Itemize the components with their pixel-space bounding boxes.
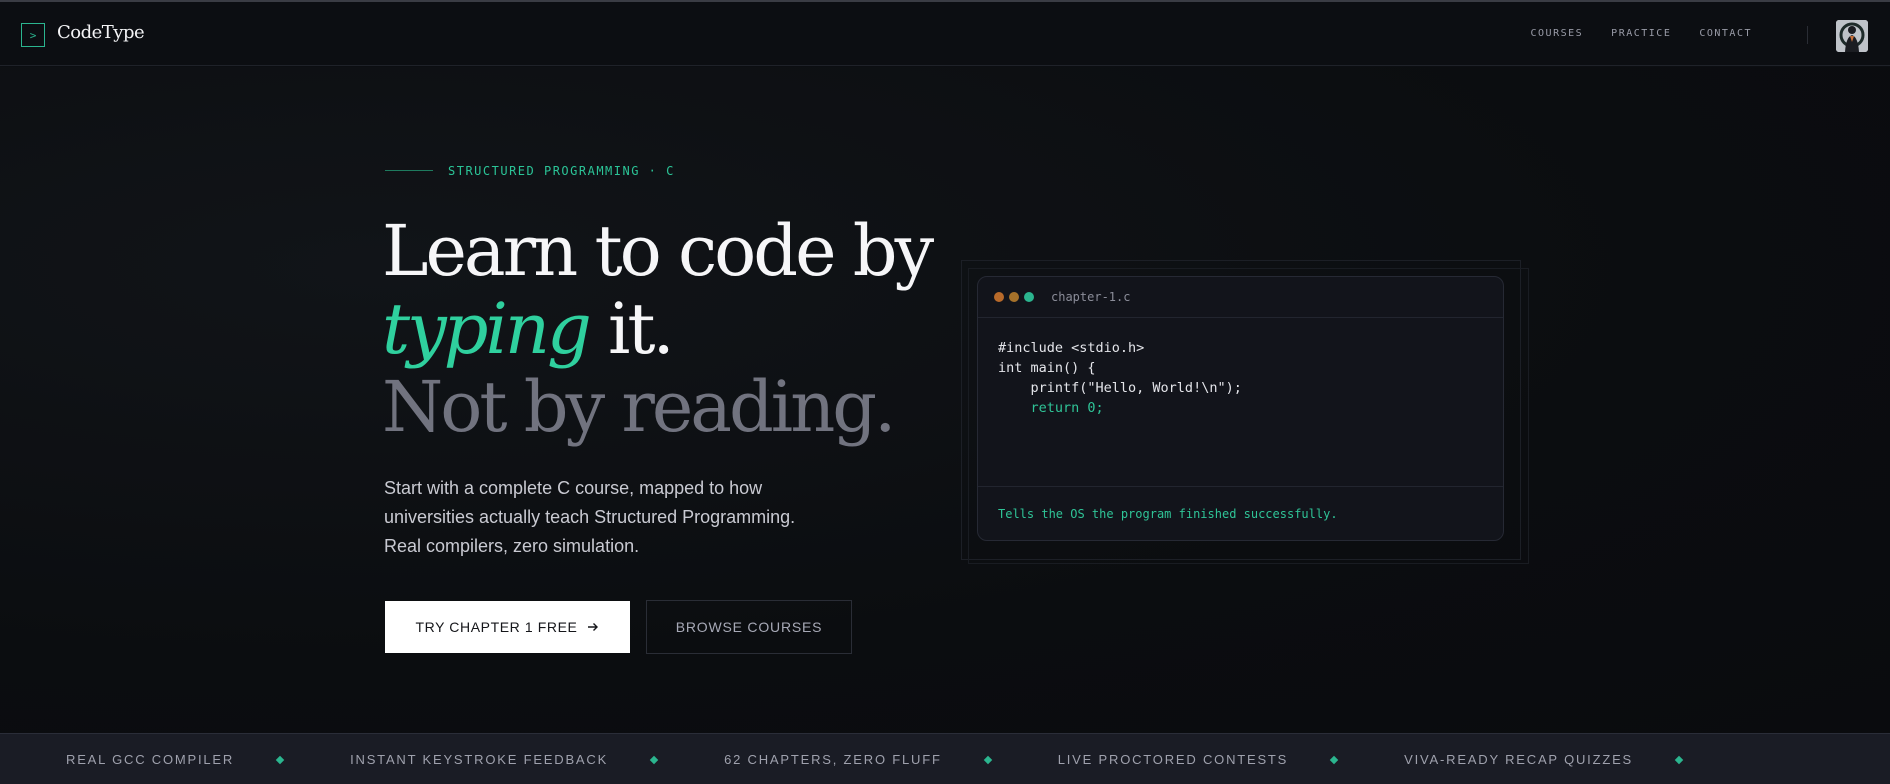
- diamond-icon: [1329, 755, 1339, 764]
- nav-divider: [1807, 26, 1808, 44]
- headline-line-3: Not by reading.: [382, 366, 896, 448]
- diamond-icon: [983, 755, 992, 764]
- nav-link-contact[interactable]: CONTACT: [1699, 28, 1752, 39]
- headline-accent-word: typing: [382, 288, 592, 370]
- hero-headline: Learn to code by typing it. Not by readi…: [382, 210, 934, 448]
- code-caption: Tells the OS the program finished succes…: [978, 486, 1503, 540]
- headline-line-1: Learn to code by: [382, 210, 934, 292]
- code-preview-card: chapter-1.c #include <stdio.h> int main()…: [977, 276, 1504, 541]
- browse-courses-button[interactable]: BROWSE COURSES: [646, 600, 852, 654]
- top-navbar: > CodeType COURSES PRACTICE CONTACT: [0, 2, 1890, 66]
- code-card-header: chapter-1.c: [978, 277, 1503, 318]
- headline-line-2-rest: it.: [588, 288, 675, 370]
- nav-links: COURSES PRACTICE CONTACT: [1531, 28, 1752, 39]
- window-dot-amber-icon: [1009, 292, 1019, 302]
- window-dot-green-icon: [1024, 292, 1034, 302]
- ticker-item: INSTANT KEYSTROKE FEEDBACK: [350, 752, 609, 767]
- code-block: #include <stdio.h> int main() { printf("H…: [978, 318, 1503, 486]
- diamond-icon: [1674, 755, 1684, 764]
- window-dot-orange-icon: [994, 292, 1004, 302]
- ticker-item: REAL GCC COMPILER: [66, 752, 235, 767]
- ticker-track: REAL GCC COMPILER INSTANT KEYSTROKE FEED…: [66, 752, 1749, 767]
- user-avatar[interactable]: [1836, 20, 1868, 52]
- hero-section: [0, 67, 1890, 733]
- ticker-item: VIVA-READY RECAP QUIZZES: [1404, 752, 1634, 767]
- nav-link-practice[interactable]: PRACTICE: [1611, 28, 1671, 39]
- diamond-icon: [649, 755, 659, 764]
- diamond-icon: [275, 755, 285, 764]
- code-line: printf("Hello, World!\n");: [998, 380, 1242, 396]
- nav-link-courses[interactable]: COURSES: [1531, 28, 1584, 39]
- arrow-right-icon: [588, 623, 599, 631]
- try-chapter-1-label: TRY CHAPTER 1 FREE: [415, 619, 578, 635]
- code-line: int main() {: [998, 360, 1096, 376]
- ticker-item: 62 CHAPTERS, ZERO FLUFF: [724, 752, 942, 767]
- hero-eyebrow: STRUCTURED PROGRAMMING · C: [448, 164, 675, 178]
- code-filename: chapter-1.c: [1051, 290, 1131, 304]
- try-chapter-1-button[interactable]: TRY CHAPTER 1 FREE: [385, 601, 630, 653]
- feature-ticker: REAL GCC COMPILER INSTANT KEYSTROKE FEED…: [0, 733, 1890, 784]
- eyebrow-rule: [385, 170, 433, 171]
- logo-mark-icon[interactable]: >: [21, 23, 45, 47]
- code-line-highlighted: return 0;: [998, 400, 1104, 416]
- code-line: #include <stdio.h>: [998, 340, 1145, 356]
- brand-name[interactable]: CodeType: [57, 22, 145, 43]
- hero-description: Start with a complete C course, mapped t…: [384, 478, 796, 556]
- avatar-figure-icon: [1836, 20, 1868, 52]
- ticker-item: LIVE PROCTORED CONTESTS: [1057, 752, 1289, 767]
